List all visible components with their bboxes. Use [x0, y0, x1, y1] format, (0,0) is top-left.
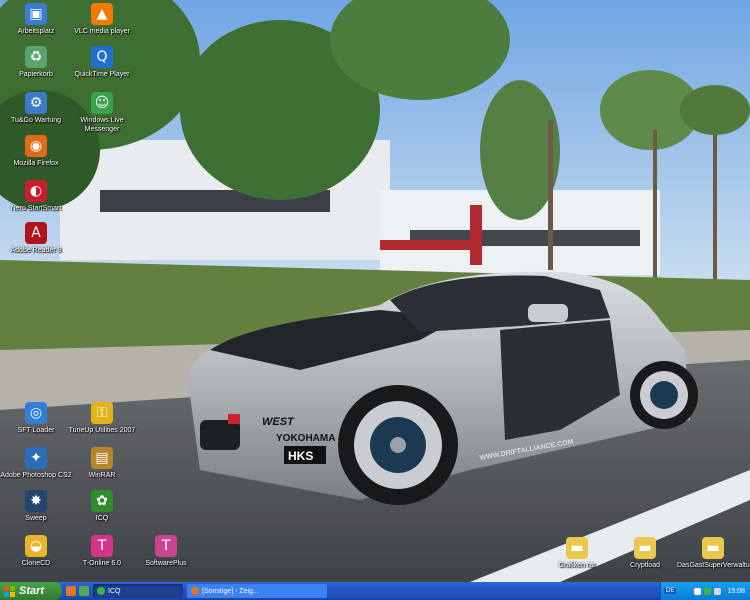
nero-icon: ◐ — [25, 180, 47, 202]
clonecd-icon: ◒ — [25, 535, 47, 557]
desktop-icon[interactable]: T SoftwarePlus — [130, 535, 202, 582]
softwareplus-icon: T — [155, 535, 177, 557]
desktop-icon-label: Nero StartSmart — [10, 205, 62, 212]
desktop-icon-label: Adobe Reader 8 — [10, 247, 62, 254]
folder-icon: ▬ — [566, 537, 588, 559]
desktop-icon[interactable]: ▬ DasGastSuperVerwaltu... — [677, 537, 750, 582]
firefox-icon: ◉ — [25, 135, 47, 157]
desktop-icon-label: Grafiken rar — [558, 562, 596, 569]
decal-yokohama: YOKOHAMA — [276, 433, 335, 444]
desktop-icon-label: Adobe Photoshop CS2 — [0, 472, 72, 479]
loader-globe-icon: ◎ — [25, 402, 47, 424]
tray-icq-icon[interactable] — [704, 587, 712, 595]
taskbar-item-firefox[interactable]: [Sonstige] - Zeig... — [187, 584, 327, 598]
quicktime-icon: Q — [91, 46, 113, 68]
clock[interactable]: 15:08 — [727, 588, 745, 595]
desktop-icon-label: CloneCD — [21, 560, 51, 567]
t-online-icon: T — [91, 535, 113, 557]
quicklaunch-show-desktop-icon[interactable] — [79, 586, 89, 596]
recycle-bin-icon: ♻ — [25, 46, 47, 68]
icq-flower-icon: ✿ — [91, 490, 113, 512]
desktop-icon-label: SoftwarePlus — [145, 560, 187, 567]
desktop-icon[interactable]: A Adobe Reader 8 — [0, 222, 72, 278]
desktop-icon-label: QuickTime Player — [74, 71, 130, 78]
firefox-icon — [191, 587, 199, 595]
desktop-icon-label: T-Online 6.0 — [82, 560, 122, 567]
desktop-icon-label: Arbeitsplatz — [17, 28, 55, 35]
desktop-icon-label: Mozilla Firefox — [13, 160, 59, 167]
adobe-reader-icon: A — [25, 222, 47, 244]
taskbar-item-label: ICQ — [108, 587, 121, 595]
desktop-icon-label: VLC media player — [74, 28, 130, 35]
vlc-cone-icon: ▲ — [91, 3, 113, 25]
decal-west: WEST — [262, 416, 295, 428]
taskbar-item-label: [Sonstige] - Zeig... — [202, 587, 259, 595]
desktop-icon-label: Tu&Go Wartung — [10, 117, 62, 124]
icq-flower-icon — [97, 587, 105, 595]
desktop-icon-label: Papierkorb — [19, 71, 53, 78]
tuneup-key-icon: ⚿ — [91, 402, 113, 424]
desktop: WEST YOKOHAMA HKS WWW.DRIFTALLIANCE.COM … — [0, 0, 750, 582]
maintenance-icon: ⚙ — [25, 92, 47, 114]
system-tray: DE 15:08 — [660, 582, 750, 600]
folder-icon: ▬ — [702, 537, 724, 559]
desktop-icon-label: DasGastSuperVerwaltu... — [677, 562, 750, 569]
start-label: Start — [19, 585, 45, 597]
desktop-icon-label: Sweep — [25, 515, 47, 522]
tray-volume-icon[interactable] — [714, 587, 722, 595]
desktop-icon-label: WinRAR — [88, 472, 116, 479]
messenger-icon: ☺ — [91, 92, 113, 114]
taskbar: Start ICQ [Sonstige] - Zeig... DE 15:08 — [0, 582, 750, 600]
tray-network-icon[interactable] — [694, 587, 702, 595]
desktop-icon[interactable]: ▬ Cryptload — [609, 537, 681, 582]
desktop-icon[interactable]: T T-Online 6.0 — [66, 535, 138, 582]
start-button[interactable]: Start — [0, 582, 62, 600]
desktop-icon[interactable]: ▬ Grafiken rar — [541, 537, 613, 582]
desktop-icon[interactable]: ◒ CloneCD — [0, 535, 72, 582]
desktop-icon-label: Cryptload — [630, 562, 660, 569]
desktop-icon-label: SFT Loader — [17, 427, 55, 434]
photoshop-icon: ✦ — [25, 447, 47, 469]
quicklaunch-firefox-icon[interactable] — [66, 586, 76, 596]
sweep-icon: ✸ — [25, 490, 47, 512]
windows-logo-icon — [4, 585, 15, 597]
taskbar-item-icq[interactable]: ICQ — [93, 584, 183, 598]
desktop-icon-label: Windows Live Messenger — [80, 117, 124, 133]
computer-icon: ▣ — [25, 3, 47, 25]
folder-icon: ▬ — [634, 537, 656, 559]
desktop-icon-label: ICQ — [95, 515, 109, 522]
winrar-icon: ▤ — [91, 447, 113, 469]
desktop-icon-label: TuneUp Utilities 2007 — [68, 427, 136, 434]
desktop-icon[interactable]: ☺ Windows Live Messenger — [66, 92, 138, 148]
language-indicator[interactable]: DE — [664, 588, 677, 594]
decal-hks: HKS — [288, 449, 313, 463]
quick-launch — [66, 586, 89, 596]
